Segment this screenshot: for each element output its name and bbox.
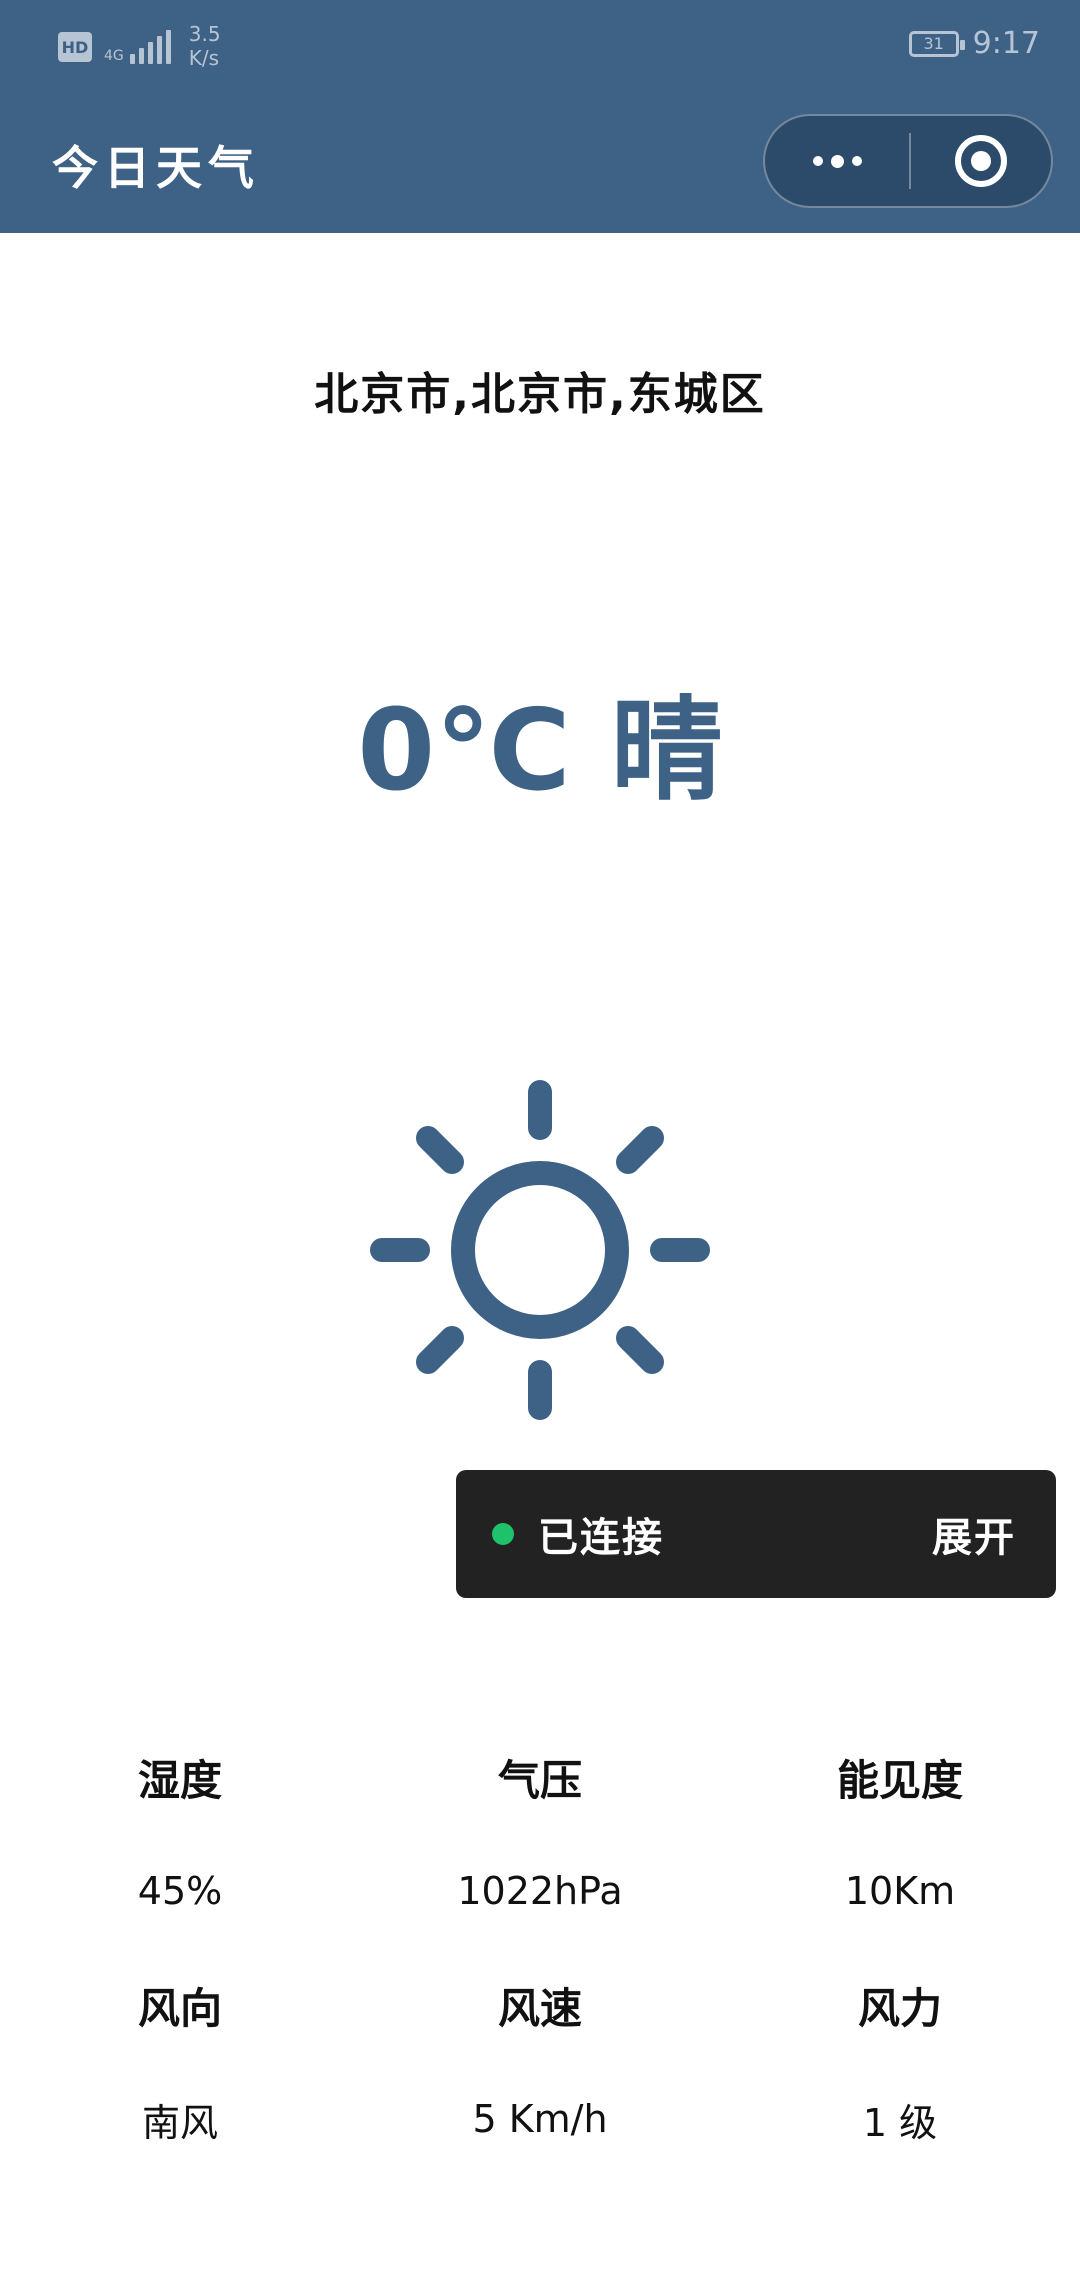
battery-level: 31: [923, 34, 944, 53]
details-label-row: 湿度 气压 能见度: [0, 1720, 1080, 1834]
more-icon: [812, 156, 823, 166]
page-title: 今日天气: [52, 141, 260, 195]
humidity-value: 45%: [137, 1869, 223, 1913]
weather-condition: 晴: [610, 686, 723, 816]
expand-button[interactable]: 展开: [932, 1505, 1016, 1563]
details-value-row: 45% 1022hPa 10Km: [0, 1834, 1080, 1948]
status-bar-left: HD 4G 3.5 K/s: [58, 22, 221, 70]
status-bar-right: 31 9:17: [908, 26, 1040, 61]
signal-icon: 4G: [104, 28, 171, 64]
wind-speed-value: 5 Km/h: [472, 2097, 608, 2141]
visibility-label: 能见度: [836, 1755, 963, 1805]
mini-program-capsule: [763, 114, 1053, 208]
wind-speed-label: 风速: [497, 1983, 582, 2033]
wind-direction-label: 风向: [137, 1983, 222, 2033]
details-label-row: 风向 风速 风力: [0, 1948, 1080, 2062]
status-time: 9:17: [972, 26, 1040, 61]
wind-force-value: 1 级: [862, 2100, 938, 2145]
target-icon: [955, 135, 1007, 187]
battery-icon: 31: [908, 30, 965, 57]
wind-direction-value: 南风: [141, 2100, 218, 2145]
pressure-value: 1022hPa: [457, 1869, 623, 1913]
weather-details: 湿度 气压 能见度 45% 1022hPa 10Km 风向 风速 风力 南风 5…: [0, 1720, 1080, 2176]
hd-badge: HD: [58, 32, 92, 62]
connected-dot-icon: [492, 1523, 514, 1545]
nav-bar: HD 4G 3.5 K/s 31 9:17 今日天气: [0, 0, 1080, 233]
pressure-label: 气压: [497, 1755, 582, 1805]
close-mini-program-button[interactable]: [911, 116, 1051, 206]
more-menu-button[interactable]: [765, 116, 909, 206]
visibility-value: 10Km: [844, 1869, 956, 1913]
humidity-label: 湿度: [137, 1755, 222, 1805]
sun-icon: [370, 1080, 710, 1420]
details-value-row: 南风 5 Km/h 1 级: [0, 2062, 1080, 2176]
temperature-value: 0℃: [357, 686, 571, 816]
network-speed: 3.5 K/s: [188, 22, 221, 70]
connection-status: 已连接: [538, 1515, 664, 1561]
network-type: 4G: [104, 48, 124, 64]
location-text: 北京市,北京市,东城区: [314, 369, 766, 420]
temperature-row: 0℃ 晴: [0, 660, 1080, 822]
connection-toast: 已连接 展开: [456, 1470, 1056, 1598]
wind-force-label: 风力: [857, 1983, 942, 2033]
